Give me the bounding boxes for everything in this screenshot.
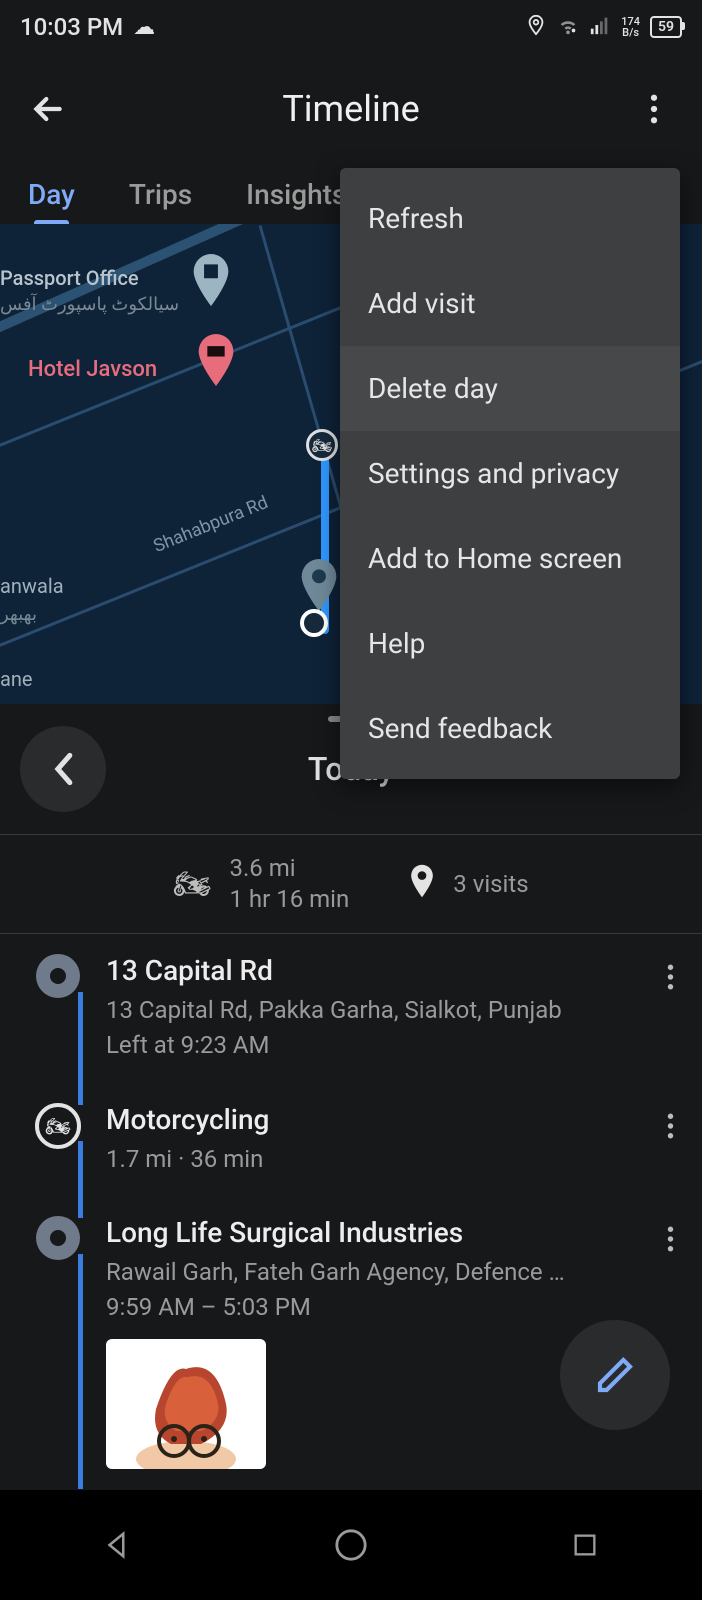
map-pin-poi[interactable] bbox=[190, 254, 232, 306]
menu-refresh[interactable]: Refresh bbox=[340, 176, 680, 261]
menu-settings[interactable]: Settings and privacy bbox=[340, 431, 680, 516]
nav-back-button[interactable] bbox=[97, 1525, 137, 1565]
place-dot-icon bbox=[36, 1216, 80, 1260]
menu-feedback[interactable]: Send feedback bbox=[340, 686, 680, 771]
menu-add-home[interactable]: Add to Home screen bbox=[340, 516, 680, 601]
system-nav-bar bbox=[0, 1490, 702, 1600]
wifi-icon bbox=[557, 14, 579, 40]
place-time: 9:59 AM – 5:03 PM bbox=[106, 1290, 632, 1325]
map-label-ane: ane bbox=[0, 667, 33, 691]
activity-title: Motorcycling bbox=[106, 1103, 632, 1136]
map-marker-motorcycle[interactable]: 🏍 bbox=[306, 429, 338, 461]
cloud-icon: ☁ bbox=[133, 15, 155, 40]
more-options-button[interactable] bbox=[630, 85, 678, 133]
place-title: Long Life Surgical Industries bbox=[106, 1216, 632, 1249]
signal-icon bbox=[589, 14, 611, 40]
day-summary: 🏍 3.6 mi1 hr 16 min 3 visits bbox=[0, 834, 702, 934]
previous-day-button[interactable] bbox=[20, 726, 106, 812]
timeline-item-activity[interactable]: 🏍 Motorcycling 1.7 mi · 36 min bbox=[28, 1083, 702, 1197]
location-icon bbox=[525, 14, 547, 40]
motorcycle-dot-icon: 🏍 bbox=[35, 1103, 81, 1149]
summary-visits: 3 visits bbox=[409, 864, 528, 904]
road-label: Shahabpura Rd bbox=[150, 492, 271, 557]
motorcycle-icon: 🏍 bbox=[173, 867, 211, 902]
menu-help[interactable]: Help bbox=[340, 601, 680, 686]
map-label-passport-office: Passport Office bbox=[0, 266, 139, 290]
menu-add-visit[interactable]: Add visit bbox=[340, 261, 680, 346]
place-thumbnail[interactable] bbox=[106, 1339, 266, 1469]
map-label-anwala-sub: بھبھر bbox=[0, 604, 37, 625]
battery-indicator: 59 bbox=[650, 16, 682, 38]
overflow-menu: Refresh Add visit Delete day Settings an… bbox=[340, 168, 680, 779]
pin-icon bbox=[409, 864, 435, 904]
app-header: Timeline bbox=[0, 54, 702, 164]
map-label-passport-office-sub: سیالکوٹ پاسپورٹ آفس bbox=[0, 294, 179, 315]
map-marker-start[interactable] bbox=[300, 609, 328, 637]
summary-distance: 🏍 3.6 mi1 hr 16 min bbox=[173, 853, 349, 915]
nav-home-button[interactable] bbox=[331, 1525, 371, 1565]
item-more-button[interactable] bbox=[667, 1113, 674, 1145]
item-more-button[interactable] bbox=[667, 1226, 674, 1258]
map-pin-hotel[interactable] bbox=[195, 334, 237, 386]
item-more-button[interactable] bbox=[667, 964, 674, 996]
map-pin-current[interactable] bbox=[298, 559, 340, 611]
timeline-item-place[interactable]: 13 Capital Rd 13 Capital Rd, Pakka Garha… bbox=[28, 934, 702, 1083]
place-address: 13 Capital Rd, Pakka Garha, Sialkot, Pun… bbox=[106, 993, 632, 1028]
status-bar: 10:03 PM ☁ 174B/s 59 bbox=[0, 0, 702, 54]
edit-fab[interactable] bbox=[560, 1320, 670, 1430]
page-title: Timeline bbox=[282, 88, 419, 130]
tab-insights[interactable]: Insights bbox=[246, 178, 346, 211]
network-speed: 174B/s bbox=[621, 16, 640, 38]
map-label-anwala: anwala bbox=[0, 574, 64, 598]
activity-details: 1.7 mi · 36 min bbox=[106, 1142, 632, 1177]
place-dot-icon bbox=[36, 954, 80, 998]
back-button[interactable] bbox=[24, 85, 72, 133]
place-time: Left at 9:23 AM bbox=[106, 1028, 632, 1063]
place-address: Rawail Garh, Fateh Garh Agency, Defence … bbox=[106, 1255, 632, 1290]
menu-delete-day[interactable]: Delete day bbox=[340, 346, 680, 431]
tab-trips[interactable]: Trips bbox=[129, 178, 192, 211]
place-title: 13 Capital Rd bbox=[106, 954, 632, 987]
tab-day[interactable]: Day bbox=[28, 178, 75, 211]
map-label-hotel: Hotel Javson bbox=[28, 357, 157, 382]
status-time: 10:03 PM bbox=[20, 13, 123, 41]
nav-recent-button[interactable] bbox=[565, 1525, 605, 1565]
